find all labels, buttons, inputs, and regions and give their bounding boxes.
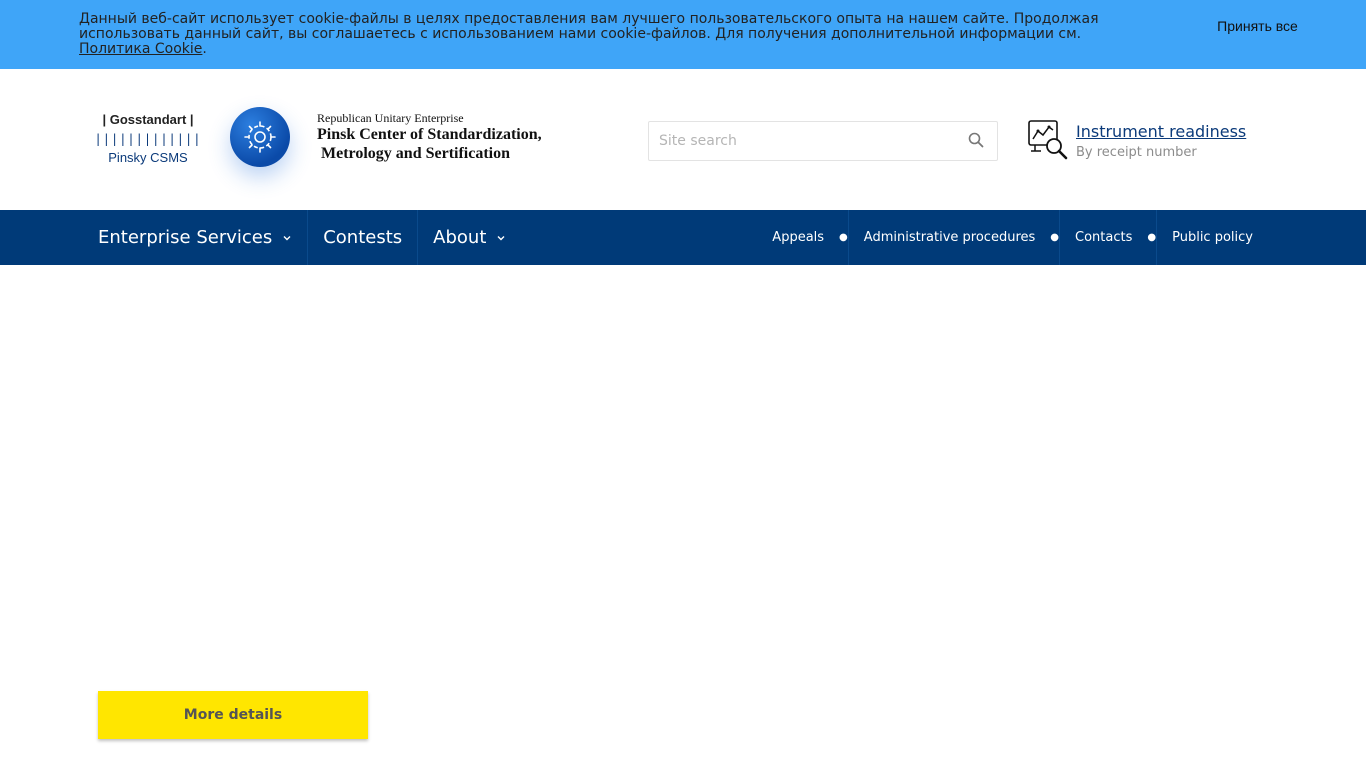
instrument-readiness-link[interactable]: Instrument readiness — [1076, 122, 1246, 142]
logo-gear-svg — [244, 121, 276, 153]
readiness-subtitle: By receipt number — [1076, 145, 1197, 160]
cookie-banner: Данный веб-сайт использует cookie-файлы … — [0, 0, 1366, 69]
nav-item-label: About — [433, 227, 487, 248]
chevron-down-icon — [283, 235, 291, 240]
cookie-policy-link[interactable]: Политика Cookie — [79, 41, 202, 57]
logo-line-2: Pinsk Center of Standardization, — [317, 126, 542, 143]
nav-item-enterprise-services[interactable]: Enterprise Services — [83, 210, 309, 265]
cookie-message-text: Данный веб-сайт использует cookie-файлы … — [79, 11, 1099, 42]
accept-all-cookies-button[interactable]: Принять все — [1215, 18, 1300, 35]
logo-line-1: Republican Unitary Enterprise — [317, 111, 464, 125]
chart-magnifier-icon — [1028, 120, 1068, 160]
cookie-message: Данный веб-сайт использует cookie-файлы … — [79, 12, 1099, 57]
nav-separator-dot: ● — [839, 232, 848, 243]
main-navigation: Enterprise Services Contests About Appea… — [0, 210, 1366, 265]
brand-subtitle: Pinsky CSMS — [108, 150, 188, 165]
logo-line-3: Metrology and Sertification — [321, 145, 511, 162]
search-button[interactable] — [967, 132, 985, 150]
nav-item-contests[interactable]: Contests — [308, 210, 419, 265]
nav-link-contacts[interactable]: Contacts — [1059, 210, 1147, 265]
site-search — [648, 121, 998, 161]
enterprise-logo-text[interactable]: Republican Unitary Enterprise Pinsk Cent… — [317, 111, 542, 163]
nav-separator-dot: ● — [1050, 232, 1060, 243]
nav-item-label: Enterprise Services — [98, 227, 273, 248]
cookie-period: . — [202, 41, 207, 57]
nav-link-public-policy[interactable]: Public policy — [1156, 210, 1268, 265]
nav-item-label: Contests — [323, 227, 403, 248]
nav-link-administrative-procedures[interactable]: Administrative procedures — [847, 210, 1051, 265]
site-header: | Gosstandart | ||||||||||||| Pinsky CSM… — [0, 69, 1366, 210]
search-input[interactable] — [649, 122, 949, 160]
chevron-down-icon — [497, 235, 505, 240]
more-details-button[interactable]: More details — [98, 691, 368, 739]
primary-nav: Enterprise Services Contests About — [83, 210, 521, 265]
brand-title: | Gosstandart | — [102, 112, 194, 127]
search-icon — [968, 132, 984, 148]
brand-bars: ||||||||||||| — [94, 132, 202, 146]
gosstandart-brand[interactable]: | Gosstandart | ||||||||||||| Pinsky CSM… — [94, 112, 202, 165]
nav-separator-dot: ● — [1147, 232, 1157, 243]
gear-with-circuit-icon[interactable] — [230, 107, 290, 167]
secondary-nav: Appeals ● Administrative procedures ● Co… — [757, 210, 1268, 265]
nav-link-appeals[interactable]: Appeals — [757, 210, 839, 265]
nav-item-about[interactable]: About — [418, 210, 521, 265]
